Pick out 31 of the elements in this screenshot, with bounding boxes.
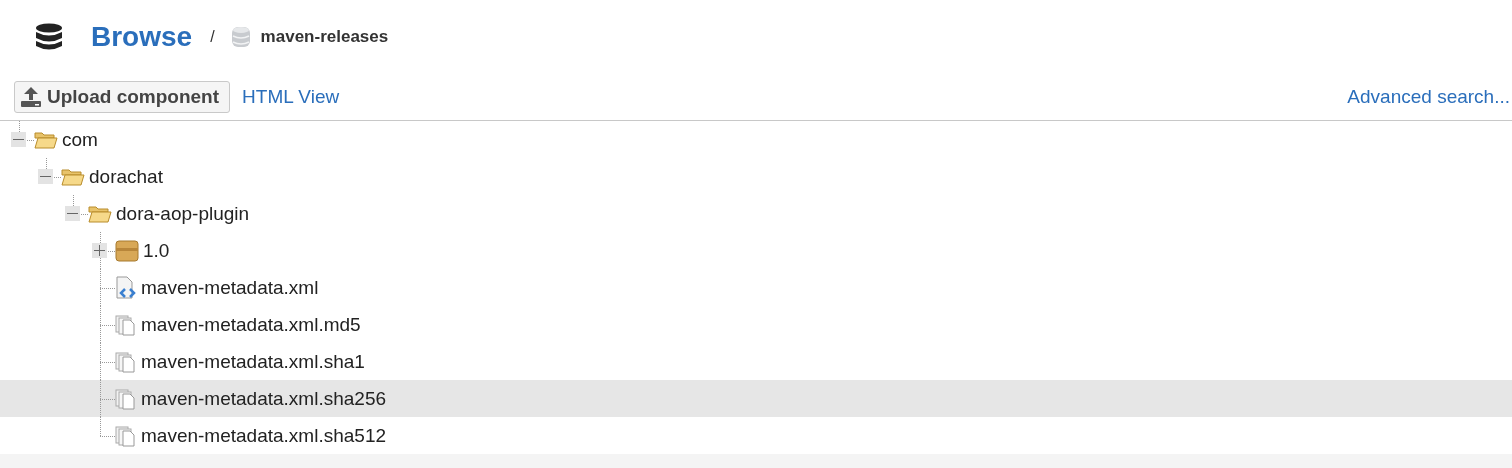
selected-tree-row[interactable]: maven-metadata.xml.sha256 bbox=[0, 380, 1512, 417]
documents-icon bbox=[115, 424, 137, 447]
breadcrumb-separator: / bbox=[210, 28, 215, 46]
collapse-toggle[interactable] bbox=[11, 132, 26, 147]
upload-component-button[interactable]: Upload component bbox=[14, 81, 231, 113]
documents-icon bbox=[115, 387, 137, 410]
collapse-toggle[interactable] bbox=[38, 169, 53, 184]
tree-row[interactable]: maven-metadata.xml.md5 bbox=[0, 306, 1512, 343]
tree-row[interactable]: dorachat bbox=[0, 158, 1512, 195]
database-icon bbox=[35, 23, 63, 51]
code-file-icon bbox=[115, 275, 137, 300]
tree-row[interactable]: 1.0 bbox=[0, 232, 1512, 269]
collapse-toggle[interactable] bbox=[65, 206, 80, 221]
open-folder-icon bbox=[61, 166, 85, 187]
repository-name: maven-releases bbox=[260, 27, 389, 47]
open-folder-icon bbox=[34, 129, 58, 150]
expand-toggle[interactable] bbox=[92, 243, 107, 258]
tree-row[interactable]: maven-metadata.xml.sha1 bbox=[0, 343, 1512, 380]
page-title[interactable]: Browse bbox=[91, 21, 193, 53]
tree-row[interactable]: dora-aop-plugin bbox=[0, 195, 1512, 232]
box-icon bbox=[115, 239, 139, 262]
tree-row[interactable]: maven-metadata.xml.sha512 bbox=[0, 417, 1512, 454]
open-folder-icon bbox=[88, 203, 112, 224]
documents-icon bbox=[115, 350, 137, 373]
advanced-search-link[interactable]: Advanced search... bbox=[1347, 86, 1510, 108]
tree-row[interactable]: maven-metadata.xml bbox=[0, 269, 1512, 306]
documents-icon bbox=[115, 313, 137, 336]
repository-icon bbox=[230, 25, 251, 49]
html-view-link[interactable]: HTML View bbox=[242, 86, 340, 108]
tree-row[interactable]: com bbox=[0, 121, 1512, 158]
upload-icon bbox=[20, 86, 42, 108]
